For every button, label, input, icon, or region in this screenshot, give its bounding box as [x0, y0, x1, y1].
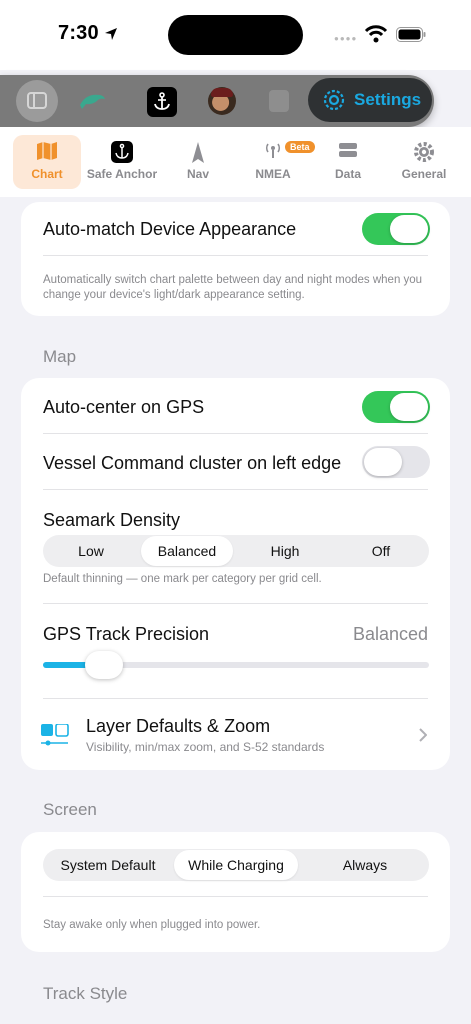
divider: [43, 433, 428, 434]
screen-option-always[interactable]: Always: [301, 849, 429, 881]
seamark-option-balanced[interactable]: Balanced: [141, 536, 233, 566]
auto-center-label: Auto-center on GPS: [43, 397, 205, 417]
divider: [43, 603, 428, 604]
auto-match-help: Automatically switch chart palette betwe…: [43, 274, 423, 301]
safe-anchor-app-icon[interactable]: [147, 87, 177, 117]
battery-icon: [396, 27, 426, 42]
toggle-knob: [364, 448, 402, 476]
tab-data[interactable]: Data: [322, 135, 374, 189]
gps-precision-value: Balanced: [352, 624, 428, 644]
status-time: 7:30: [58, 22, 99, 44]
seamark-density-label: Seamark Density: [43, 510, 181, 530]
screen-section-title: Screen: [43, 800, 97, 819]
layers-icon: [41, 724, 69, 746]
auto-match-label: Auto-match Device Appearance: [43, 219, 297, 239]
pirate-avatar-app-icon[interactable]: [208, 87, 236, 115]
seamark-density-control: Low Balanced High Off: [43, 535, 429, 567]
screen-option-while-charging[interactable]: While Charging: [174, 850, 298, 880]
antenna-icon: [265, 143, 281, 158]
screen-card: System Default While Charging Always Sta…: [21, 832, 450, 952]
map-icon: [37, 142, 57, 160]
slider-thumb[interactable]: [84, 651, 123, 679]
chevron-right-icon: [419, 728, 427, 742]
gps-precision-slider[interactable]: [43, 651, 429, 679]
tab-chart[interactable]: Chart: [13, 135, 81, 189]
map-card: Auto-center on GPS Vessel Command cluste…: [21, 378, 450, 770]
auto-match-toggle[interactable]: [362, 213, 430, 245]
toggle-knob: [390, 215, 428, 243]
gps-precision-label: GPS Track Precision: [43, 624, 210, 644]
gear-icon: [414, 142, 434, 162]
database-icon: [339, 143, 357, 157]
seamark-option-high[interactable]: High: [237, 535, 333, 567]
vessel-cluster-toggle[interactable]: [362, 446, 430, 478]
divider: [43, 489, 428, 490]
auto-center-toggle[interactable]: [362, 391, 430, 423]
tab-safe-anchor[interactable]: Safe Anchor: [86, 135, 158, 189]
anchor-icon: [111, 141, 133, 163]
compass-needle-icon: [192, 142, 204, 163]
map-section-title: Map: [43, 347, 77, 366]
beta-badge: Beta: [285, 141, 315, 153]
location-arrow-icon: [105, 28, 117, 40]
seamark-option-off[interactable]: Off: [333, 535, 429, 567]
seamark-option-low[interactable]: Low: [43, 535, 139, 567]
bag-app-icon[interactable]: [269, 90, 289, 112]
dynamic-island: [168, 15, 303, 55]
divider: [43, 255, 428, 256]
anchor-icon: [154, 92, 170, 110]
settings-label: Settings: [354, 90, 422, 109]
dolphin-app-icon[interactable]: [78, 87, 106, 115]
layer-defaults-row[interactable]: Layer Defaults & Zoom Visibility, min/ma…: [21, 699, 450, 769]
settings-tab-bar: Chart Safe Anchor Nav NMEA Data General: [0, 127, 471, 197]
layer-defaults-title: Layer Defaults & Zoom: [86, 716, 271, 736]
screen-option-system-default[interactable]: System Default: [43, 849, 173, 881]
tab-nav[interactable]: Nav: [170, 135, 226, 189]
track-style-section-title: Track Style: [43, 984, 128, 1003]
wifi-icon: [364, 25, 388, 43]
sidebar-toggle-button[interactable]: [16, 80, 58, 122]
settings-app-button[interactable]: Settings: [308, 78, 432, 122]
appearance-card: Auto-match Device Appearance Automatical…: [21, 202, 450, 316]
signal-dots-icon: ●●●●: [334, 34, 358, 43]
screen-help: Stay awake only when plugged into power.: [43, 919, 261, 931]
tab-general[interactable]: General: [394, 135, 454, 189]
sidebar-icon: [27, 92, 47, 109]
screen-awake-control: System Default While Charging Always: [43, 849, 429, 881]
settings-gear-icon: [323, 89, 345, 111]
app-switcher: Settings: [0, 75, 434, 127]
layer-defaults-subtitle: Visibility, min/max zoom, and S-52 stand…: [86, 740, 325, 754]
status-bar: 7:30 ●●●●: [0, 0, 471, 70]
divider: [43, 896, 428, 897]
vessel-cluster-label: Vessel Command cluster on left edge: [43, 453, 342, 473]
seamark-density-help: Default thinning — one mark per category…: [43, 573, 322, 585]
toggle-knob: [390, 393, 428, 421]
